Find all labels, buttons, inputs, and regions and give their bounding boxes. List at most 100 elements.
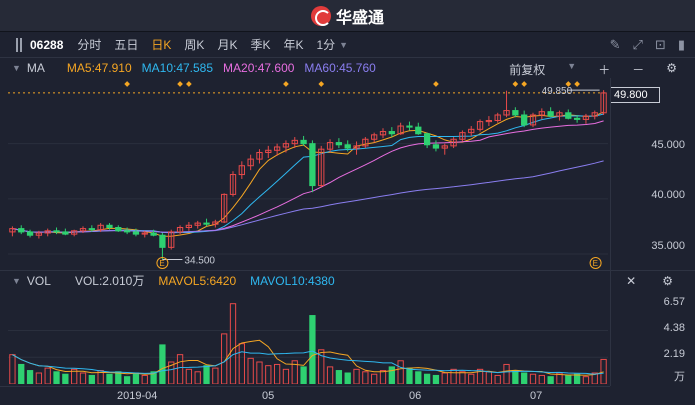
candle-body — [88, 228, 95, 231]
collapse-icon[interactable]: ▼ — [12, 276, 21, 286]
volume-bar — [44, 367, 51, 384]
volume-unit: 万 — [674, 371, 685, 383]
volume-bar — [423, 373, 431, 384]
logo-icon — [310, 5, 331, 26]
mavol5-line — [12, 339, 604, 376]
price-tick: 35.000 — [651, 240, 685, 252]
volume-chart[interactable] — [8, 290, 608, 384]
tab-daily-k[interactable]: 日K — [151, 36, 171, 53]
drag-handle-icon[interactable] — [16, 37, 22, 52]
volume-bar — [353, 368, 360, 384]
volume-bar — [538, 374, 545, 384]
candle-body — [159, 234, 166, 248]
volume-bar — [521, 372, 528, 384]
toolbar: 06288 分时 五日 日K 周K 月K 季K 年K 1分 ▼ ✎ ⤢ ⊡ ▮ — [0, 32, 695, 58]
date-tick: 06 — [409, 390, 422, 402]
volume-bar — [176, 354, 184, 384]
volume-bar — [326, 366, 334, 384]
volume-bar — [185, 368, 193, 384]
event-marker-label: E — [593, 259, 598, 268]
date-tick: 05 — [262, 390, 275, 402]
volume-bar — [132, 372, 140, 384]
dividend-diamond-icon — [574, 81, 580, 87]
price-tick: 45.000 — [651, 139, 685, 151]
candle-body — [344, 144, 351, 149]
volume-bar — [450, 368, 457, 384]
mavol5-value: MAVOL5:6420 — [158, 273, 237, 288]
date-axis: 2019-04 05 06 07 — [0, 386, 610, 405]
split-view-icon[interactable]: ▮ — [678, 37, 685, 53]
volume-bar — [18, 363, 25, 384]
minimize-icon[interactable]: － — [632, 61, 644, 78]
settings-icon[interactable]: ⚙ — [662, 274, 673, 288]
close-icon[interactable]: ✕ — [626, 274, 636, 288]
volume-bar — [300, 366, 307, 384]
volume-bar — [88, 374, 95, 384]
tab-yearly-k[interactable]: 年K — [283, 36, 303, 53]
axis-divider — [610, 78, 611, 386]
vol-value: VOL:2.010万 — [74, 274, 145, 288]
volume-bar — [53, 371, 60, 384]
candle-body — [335, 142, 343, 146]
volume-bar — [79, 372, 87, 384]
adjust-select[interactable]: 前复权 — [509, 61, 545, 78]
restore-icon[interactable]: ⊡ — [655, 37, 666, 53]
ma60-line — [12, 160, 604, 233]
volume-bar — [247, 357, 254, 384]
volume-bar — [203, 365, 210, 384]
volume-bar — [212, 367, 219, 384]
volume-bar — [362, 371, 369, 384]
volume-bar — [282, 368, 290, 384]
volume-bar — [485, 371, 493, 384]
dividend-diamond-icon — [521, 81, 528, 87]
title-bar: 华盛通 — [0, 0, 695, 32]
draw-pen-icon[interactable]: ✎ — [610, 37, 621, 53]
volume-bar — [388, 366, 395, 384]
volume-bar — [141, 374, 148, 384]
tab-weekly-k[interactable]: 周K — [184, 36, 204, 53]
candlestick-chart[interactable]: 49.850 34.500 E E — [8, 78, 608, 270]
volume-bar — [106, 373, 113, 384]
price-tick: 40.000 — [651, 189, 685, 201]
volume-bar — [35, 372, 43, 384]
dividend-diamond-icon — [433, 81, 439, 87]
settings-icon[interactable]: ⚙ — [666, 61, 677, 78]
minute-select[interactable]: 1分 — [316, 36, 335, 53]
volume-bar — [371, 373, 378, 384]
volume-bar — [238, 343, 245, 384]
volume-bar — [159, 344, 166, 384]
ma5-line — [12, 111, 604, 237]
collapse-icon[interactable]: ▼ — [12, 63, 21, 73]
volume-bar — [194, 371, 201, 384]
candle-body — [521, 114, 528, 126]
high-label: 49.850 — [542, 86, 573, 97]
volume-bar — [406, 367, 413, 384]
tab-five-day[interactable]: 五日 — [114, 36, 138, 53]
volume-bar — [26, 370, 34, 384]
candle-body — [123, 230, 131, 233]
tab-quarterly-k[interactable]: 季K — [250, 36, 270, 53]
candle-body — [150, 232, 157, 236]
volume-bar — [309, 315, 316, 384]
volume-bar — [512, 370, 519, 384]
candle-body — [573, 117, 581, 120]
chevron-down-icon[interactable]: ▼ — [567, 61, 576, 78]
tab-intraday[interactable]: 分时 — [77, 36, 101, 53]
tab-monthly-k[interactable]: 月K — [217, 36, 237, 53]
brand: 华盛通 — [310, 4, 384, 28]
volume-bar — [344, 372, 351, 384]
add-indicator-icon[interactable]: ＋ — [598, 61, 610, 78]
volume-bar — [573, 373, 581, 384]
candle-body — [115, 226, 122, 232]
volume-bar — [123, 376, 131, 384]
indicator-name[interactable]: MA — [27, 61, 45, 75]
chevron-down-icon[interactable]: ▼ — [339, 40, 348, 50]
dividend-diamond-icon — [512, 81, 519, 87]
volume-bar — [335, 370, 343, 384]
candle-body — [62, 231, 69, 235]
vol-indicator[interactable]: VOL — [27, 274, 51, 288]
expand-icon[interactable]: ⤢ — [633, 37, 643, 53]
volume-bar — [379, 370, 387, 384]
volume-bar — [600, 358, 607, 384]
stock-code: 06288 — [30, 37, 64, 52]
